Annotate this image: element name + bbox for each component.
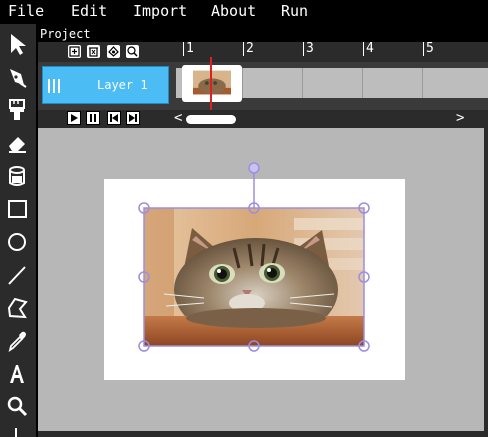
frame-thumbnail <box>193 70 231 95</box>
ruler-tick <box>303 42 304 56</box>
select-tool-button[interactable] <box>4 30 30 58</box>
stage-horizontal-scrollbar[interactable] <box>38 431 484 437</box>
rectangle-tool-button[interactable] <box>4 195 30 223</box>
layer-name: Layer 1 <box>97 78 148 92</box>
pen-tool-button[interactable] <box>4 63 30 91</box>
skip-back-icon <box>107 111 121 125</box>
layer-drag-handle-icon[interactable] <box>48 79 60 93</box>
text-tool-button[interactable] <box>4 360 30 388</box>
zoom-icon <box>7 396 28 417</box>
onion-skin-button[interactable] <box>107 45 120 58</box>
brush-tool-button[interactable] <box>4 96 30 124</box>
eyedropper-tool-button[interactable] <box>4 327 30 355</box>
ruler-label-3: 3 <box>306 41 314 56</box>
ruler-tick <box>363 42 364 56</box>
timeline-scroll-left-icon[interactable]: < <box>174 111 182 125</box>
project-title: Project <box>40 27 91 41</box>
menu-edit[interactable]: Edit <box>71 2 107 20</box>
delete-frame-icon <box>89 47 98 57</box>
timeline-scroll-right-icon[interactable]: > <box>456 111 464 125</box>
keyframe-1[interactable] <box>182 65 242 102</box>
frame-divider <box>422 68 423 98</box>
play-button[interactable] <box>67 111 81 125</box>
ruler-tick <box>243 42 244 56</box>
line-icon <box>8 266 26 285</box>
ruler-label-4: 4 <box>366 41 374 56</box>
add-frame-button[interactable] <box>68 45 81 58</box>
onion-skin-icon <box>108 46 119 57</box>
paint-bucket-icon <box>9 166 25 186</box>
playhead[interactable] <box>210 57 212 110</box>
next-frame-button[interactable] <box>126 111 140 125</box>
more-tools-indicator <box>15 428 17 437</box>
skip-forward-icon <box>126 111 140 125</box>
eraser-tool-button[interactable] <box>4 129 30 157</box>
pause-icon <box>86 111 100 125</box>
ruler-label-5: 5 <box>426 41 434 56</box>
previous-frame-button[interactable] <box>107 111 121 125</box>
stage-vertical-scrollbar[interactable] <box>484 128 488 437</box>
fill-tool-button[interactable] <box>4 162 30 190</box>
frame-divider <box>362 68 363 98</box>
menu-bar: File Edit Import About Run <box>0 0 488 24</box>
menu-file[interactable]: File <box>8 2 44 20</box>
timeline-scrollbar-thumb[interactable] <box>186 115 236 124</box>
eyedropper-icon <box>8 331 26 353</box>
ellipse-tool-button[interactable] <box>4 228 30 256</box>
eraser-icon <box>9 137 26 153</box>
layer-row[interactable]: Layer 1 <box>42 66 169 104</box>
polygon-icon <box>7 297 28 319</box>
brush-icon <box>9 99 25 120</box>
line-tool-button[interactable] <box>4 261 30 289</box>
pen-tool-icon <box>10 69 27 88</box>
polygon-tool-button[interactable] <box>4 294 30 322</box>
ruler-label-1: 1 <box>186 41 194 56</box>
frame-divider <box>242 68 243 98</box>
rectangle-icon <box>8 200 27 218</box>
ruler-label-2: 2 <box>246 41 254 56</box>
zoom-timeline-button[interactable] <box>126 45 139 58</box>
cat-photo[interactable] <box>144 208 364 346</box>
timeline-header <box>38 42 488 62</box>
ellipse-icon <box>8 233 26 251</box>
menu-run[interactable]: Run <box>281 2 308 20</box>
ruler-tick <box>183 42 184 56</box>
ruler-tick <box>423 42 424 56</box>
menu-about[interactable]: About <box>211 2 256 20</box>
add-frame-icon <box>69 46 80 57</box>
pause-button[interactable] <box>86 111 100 125</box>
zoom-timeline-icon <box>127 46 138 57</box>
cursor-arrow-icon <box>11 34 26 55</box>
frame-divider <box>302 68 303 98</box>
zoom-tool-button[interactable] <box>4 393 30 421</box>
menu-import[interactable]: Import <box>133 2 187 20</box>
play-icon <box>67 111 81 125</box>
rotate-handle[interactable] <box>248 162 260 174</box>
playback-bar <box>38 110 488 128</box>
text-icon <box>10 365 24 383</box>
delete-frame-button[interactable] <box>87 45 100 58</box>
